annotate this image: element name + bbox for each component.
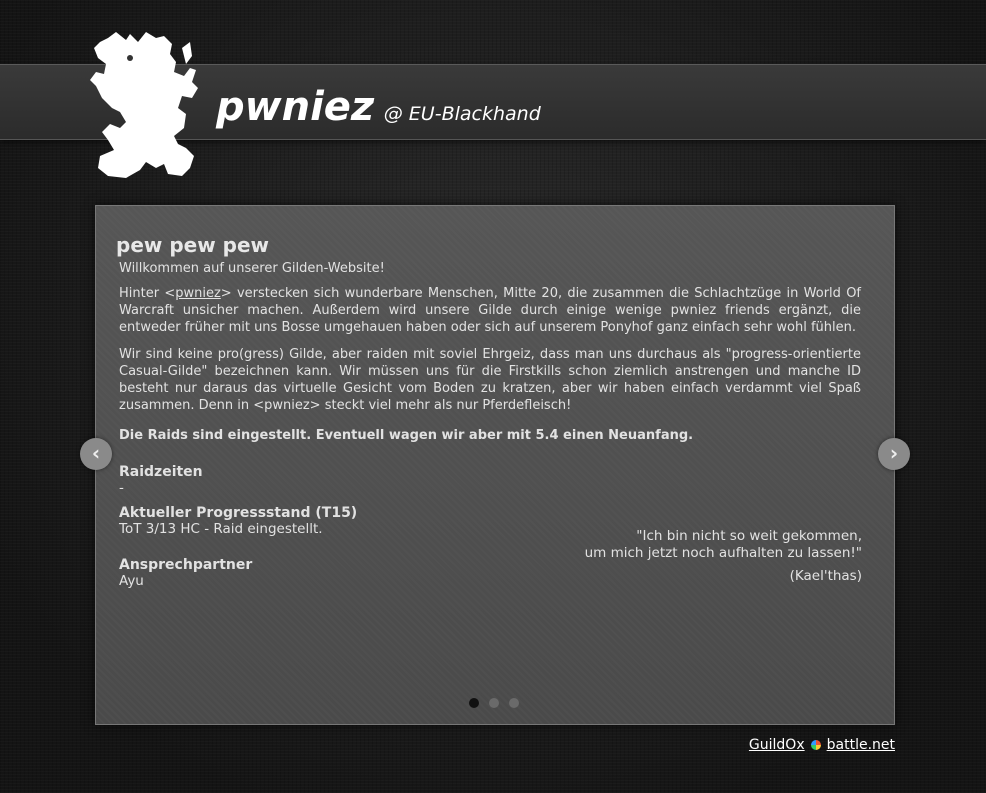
color-wheel-icon [810, 740, 821, 750]
slide-dot-2[interactable] [489, 698, 499, 708]
slide-dot-1[interactable] [469, 698, 479, 708]
quote-author: (Kael'thas) [789, 568, 862, 584]
about-paragraph: Wir sind keine pro(gress) Gilde, aber ra… [119, 347, 861, 413]
guild-name: pwniez [216, 84, 375, 130]
progress-section: Aktueller Progressstand (T15) ToT 3/13 H… [119, 505, 357, 537]
content-slider: pew pew pew Willkommen auf unserer Gilde… [95, 205, 895, 725]
slide-title: pew pew pew [116, 233, 269, 257]
contact-label: Ansprechpartner [119, 557, 253, 573]
quote: "Ich bin nicht so weit gekommen, um mich… [585, 528, 862, 585]
quote-line-2: um mich jetzt noch aufhalten zu lassen!" [584, 545, 862, 561]
raid-notice: Die Raids sind eingestellt. Eventuell wa… [119, 428, 694, 443]
next-slide-button[interactable]: › [878, 438, 910, 470]
progress-value: ToT 3/13 HC - Raid eingestellt. [119, 521, 323, 537]
chevron-right-icon: › [889, 441, 899, 465]
contact-value: Ayu [119, 573, 144, 589]
raidzeiten-label: Raidzeiten [119, 464, 203, 480]
contact-section: Ansprechpartner Ayu [119, 557, 252, 589]
chevron-left-icon: ‹ [91, 441, 101, 465]
pony-logo-icon [90, 32, 198, 178]
slide-pagination [469, 693, 529, 712]
intro-text-end: > verstecken sich wunderbare Menschen, M… [119, 286, 861, 335]
intro-text-start: Hinter < [119, 286, 176, 301]
raidzeiten-section: Raidzeiten - [119, 464, 203, 496]
battlenet-link[interactable]: battle.net [827, 737, 895, 753]
site-title: pwniez @ EU-Blackhand [216, 84, 541, 130]
welcome-text: Willkommen auf unserer Gilden-Website! [119, 261, 385, 276]
prev-slide-button[interactable]: ‹ [80, 438, 112, 470]
intro-paragraph: Hinter <pwniez> verstecken sich wunderba… [119, 285, 861, 336]
realm-label: @ EU-Blackhand [383, 103, 541, 125]
slide-dot-3[interactable] [509, 698, 519, 708]
guild-link[interactable]: pwniez [175, 286, 221, 301]
guildox-link[interactable]: GuildOx [749, 737, 805, 753]
slide-body: Willkommen auf unserer Gilden-Website! H… [119, 260, 861, 454]
raidzeiten-value: - [119, 480, 124, 496]
quote-line-1: "Ich bin nicht so weit gekommen, [636, 528, 862, 544]
progress-label: Aktueller Progressstand (T15) [119, 505, 358, 521]
footer: GuildOx battle.net [749, 737, 895, 753]
